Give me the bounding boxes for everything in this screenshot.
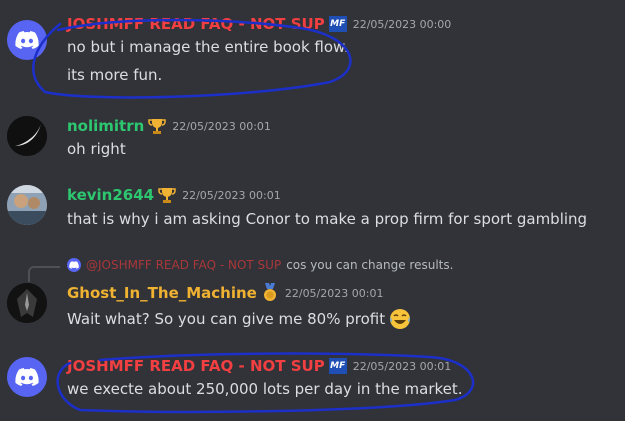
mf-badge-icon: MF [328,358,347,374]
message-line: we execte about 250,000 lots per day in … [67,380,463,398]
timestamp: 22/05/2023 00:00 [352,17,452,31]
message-text: Wait what? So you can give me 80% profit [67,310,386,328]
photo-avatar [7,185,47,225]
message-line: that is why i am asking Conor to make a … [67,210,588,228]
avatar[interactable] [7,185,47,225]
discord-logo-icon [67,258,81,272]
message-header: Ghost_In_The_Machine 22/05/2023 00:01 [67,283,383,303]
timestamp: 22/05/2023 00:01 [172,119,271,133]
moon-avatar [7,116,47,156]
timestamp: 22/05/2023 00:01 [352,359,452,373]
author-name[interactable]: kevin2644 [67,186,154,204]
message-line: oh right [67,140,126,158]
message-line: Wait what? So you can give me 80% profit [67,308,411,330]
reply-connector [28,266,60,282]
author-name[interactable]: JOSHMFF READ FAQ - NOT SUP [67,15,325,33]
avatar[interactable] [7,357,47,397]
avatar[interactable] [7,116,47,156]
medal-icon [263,283,276,301]
laughing-tears-emoji [390,309,411,329]
reply-text: cos you can change results. [286,258,454,272]
author-name[interactable]: Ghost_In_The_Machine [67,284,257,302]
avatar[interactable] [7,20,47,60]
message-header: JOSHMFF READ FAQ - NOT SUP MF 22/05/2023… [67,15,451,33]
mf-badge-icon: MF [328,16,347,32]
trophy-icon [148,119,167,134]
discord-logo-icon [15,31,39,49]
message-header: JOSHMFF READ FAQ - NOT SUP MF 22/05/2023… [67,357,451,375]
author-name[interactable]: nolimitrn [67,117,144,135]
message-header: kevin2644 22/05/2023 00:01 [67,186,281,204]
message-line: no but i manage the entire book flow. [67,38,349,56]
message-header: nolimitrn 22/05/2023 00:01 [67,117,271,135]
message-line: its more fun. [67,66,163,84]
reply-author[interactable]: @JOSHMFF READ FAQ - NOT SUP [86,258,281,272]
trophy-icon [158,188,176,203]
dark-mask-avatar [7,283,47,323]
avatar[interactable] [7,283,47,323]
discord-logo-icon [15,368,39,386]
timestamp: 22/05/2023 00:01 [284,286,384,300]
timestamp: 22/05/2023 00:01 [182,188,281,202]
reply-preview[interactable]: @JOSHMFF READ FAQ - NOT SUP cos you can … [67,258,453,272]
author-name[interactable]: JOSHMFF READ FAQ - NOT SUP [67,357,325,375]
